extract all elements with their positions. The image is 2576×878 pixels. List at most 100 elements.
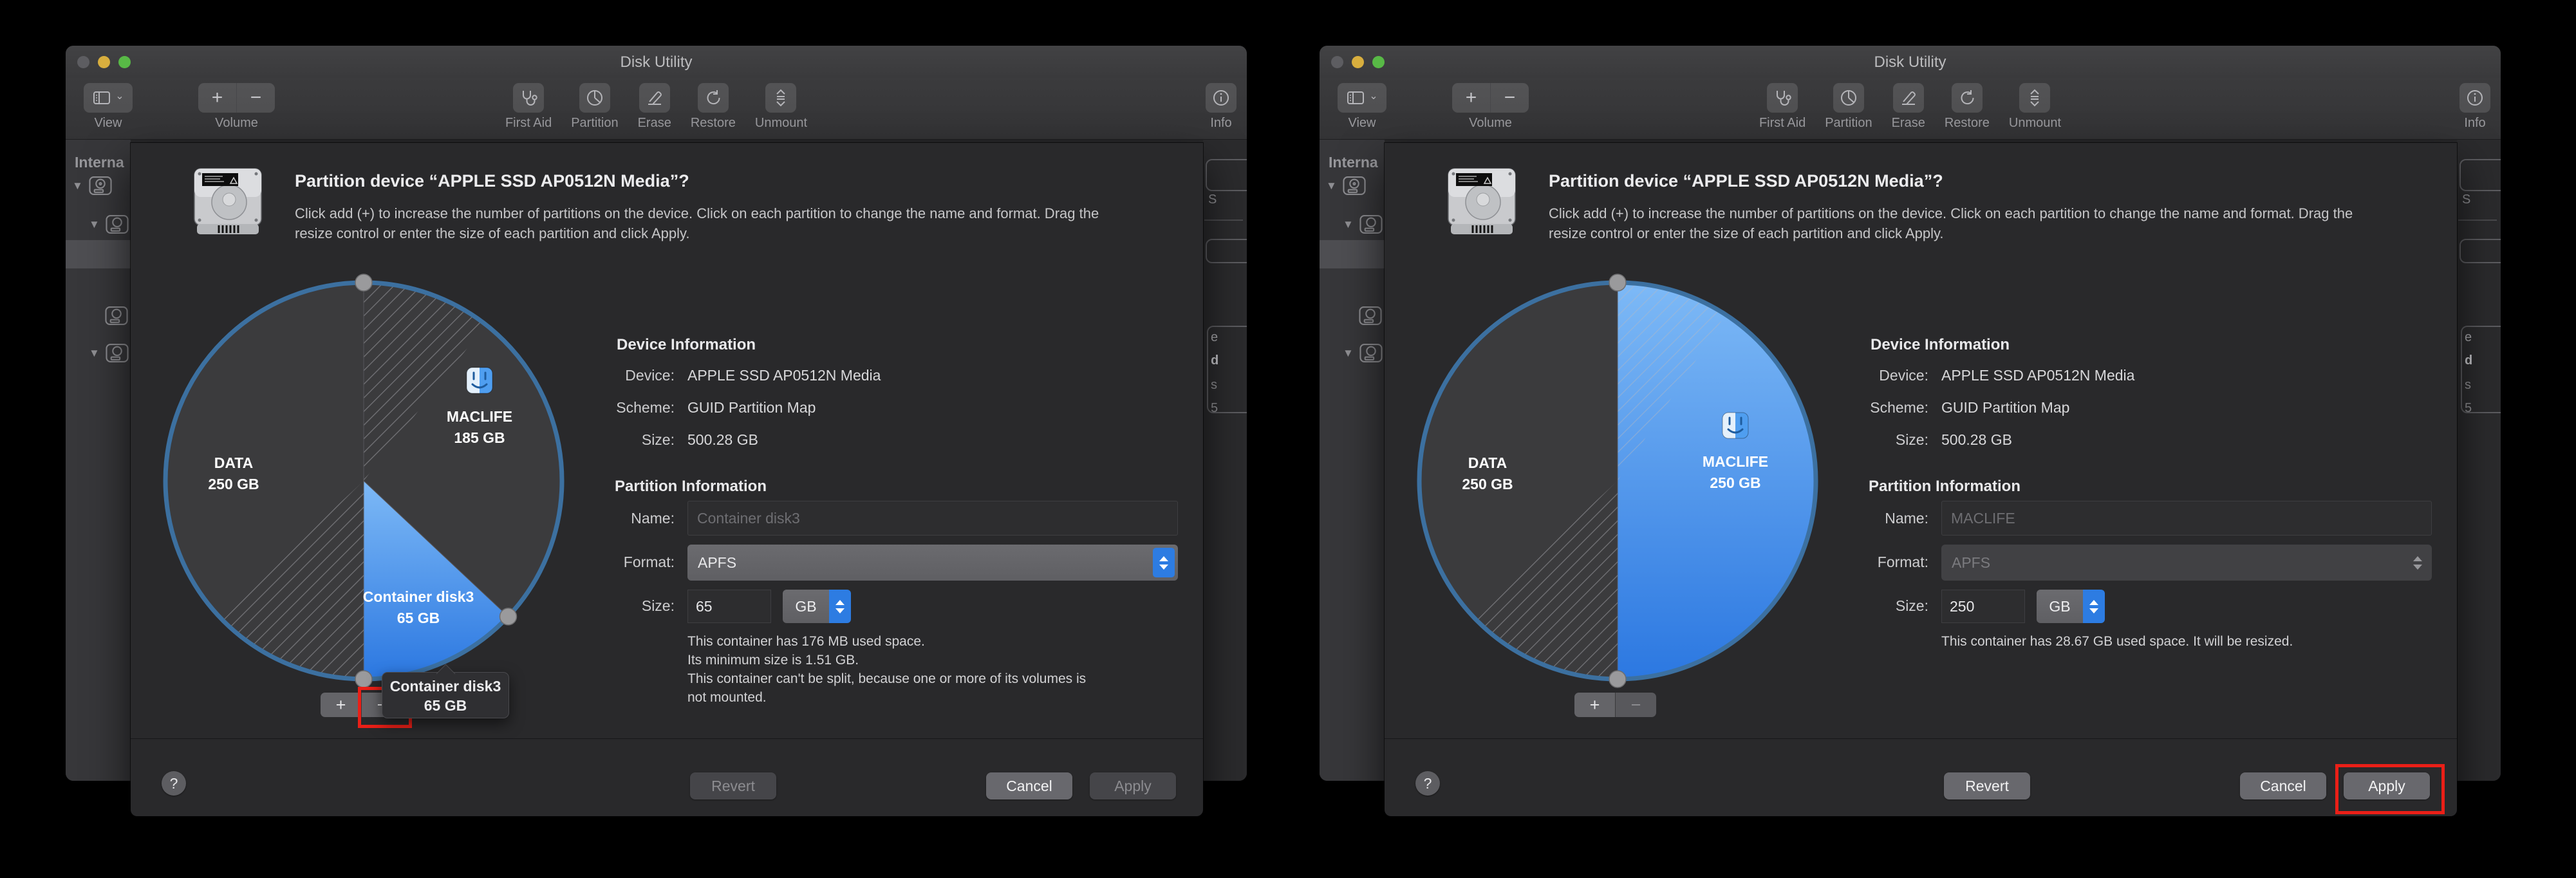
background-window-strip: S e d s 5 [2457,140,2501,781]
sidebar-item-volume[interactable]: ▼ [1343,343,1383,363]
partition-button[interactable] [579,83,610,113]
revert-button[interactable]: Revert [690,772,776,799]
stepper-icon[interactable] [829,590,851,623]
name-label: Name: [543,510,675,527]
disclosure-triangle-icon[interactable]: ▼ [89,218,100,231]
erase-pencil-icon [1899,88,1918,107]
disk-icon [1358,306,1383,326]
first-aid-control: First Aid [505,83,552,131]
help-button[interactable]: ? [162,771,186,796]
disk-icon [104,306,129,326]
partition-pie-chart[interactable]: MACLIFE250 GBDATA250 GB [1405,268,1830,693]
disclosure-triangle-icon[interactable]: ▼ [1343,218,1354,231]
size-unit-value: GB [783,590,829,623]
disclosure-triangle-icon[interactable]: ▼ [89,347,100,360]
restore-button[interactable] [698,83,729,113]
info-label: Info [2464,116,2485,131]
finder-icon [1722,413,1748,438]
info-icon [2465,88,2485,107]
device-size-label: Size: [1797,431,1928,449]
info-control: Info [1206,83,1237,131]
disclosure-triangle-icon[interactable]: ▼ [1343,347,1354,360]
disk-icon [105,214,129,234]
background-fragment-text: d [1211,353,1218,368]
sidebar-item-container[interactable]: ▼ [1343,214,1383,234]
revert-button[interactable]: Revert [1944,772,2030,799]
first-aid-button[interactable] [513,83,544,113]
partition-name-field[interactable]: MACLIFE [1941,501,2432,536]
scheme-value: GUID Partition Map [687,399,816,416]
cancel-button[interactable]: Cancel [986,772,1072,799]
erase-button[interactable] [639,83,670,113]
size-unit-select[interactable]: GB [783,590,851,623]
restore-button[interactable] [1952,83,1983,113]
partition-size-input[interactable]: 250 [1941,590,2025,623]
sidebar-selected-row[interactable] [66,240,131,268]
dialog-description: Click add (+) to increase the number of … [295,203,1099,243]
sidebar-item-volume[interactable]: ▼ [89,343,129,363]
info-button[interactable] [2459,83,2490,113]
sidebar-section-internal: Interna [1329,154,1378,171]
toolbar: ⌄ View + − Volume First Aid [1320,78,2501,140]
sidebar-item-disk[interactable]: ▼ [1326,176,1367,196]
annotation-highlight-apply [2335,764,2445,814]
format-value: APFS [698,554,736,571]
partition-size-label: Size: [543,597,675,615]
partition-information-heading: Partition Information [1869,478,2021,496]
dialog-description-line: resize control or enter the size of each… [1549,223,2353,243]
partition-pie-chart[interactable]: MACLIFE185 GBContainer disk365 GBDATA250… [151,268,576,693]
cancel-button[interactable]: Cancel [2240,772,2326,799]
partition-control: Partition [571,83,618,131]
first-aid-control: First Aid [1759,83,1806,131]
resize-handle[interactable] [1609,274,1626,291]
add-partition-button[interactable]: + [321,693,362,717]
sidebar-selected-row[interactable] [1320,240,1385,268]
size-unit-select[interactable]: GB [2037,590,2105,623]
format-select[interactable]: APFS [687,545,1178,581]
disk-icon [1359,214,1383,234]
sidebar-item-volume[interactable] [1358,306,1383,326]
info-button[interactable] [1206,83,1237,113]
unmount-button[interactable] [2019,83,2050,113]
sidebar-item-container[interactable]: ▼ [89,214,129,234]
add-partition-button[interactable]: + [1574,693,1616,717]
partition-size-input[interactable]: 65 [687,590,771,623]
scheme-label: Scheme: [1797,399,1928,416]
partition-name-field[interactable]: Container disk3 [687,501,1178,536]
erase-button[interactable] [1893,83,1924,113]
background-fragment-text: d [2465,353,2472,368]
erase-control: Erase [1892,83,1925,131]
pie-slice-size: 185 GB [454,429,505,446]
partition-control: Partition [1825,83,1872,131]
stepper-icon[interactable] [1153,548,1175,577]
first-aid-label: First Aid [505,116,552,131]
resize-handle[interactable] [355,274,372,291]
stethoscope-icon [518,88,539,107]
disclosure-triangle-icon[interactable]: ▼ [72,180,83,192]
unmount-button[interactable] [765,83,796,113]
stepper-icon[interactable] [2407,548,2429,577]
background-fragment [2459,159,2501,191]
partition-button[interactable] [1833,83,1864,113]
disclosure-triangle-icon[interactable]: ▼ [1326,180,1337,192]
sidebar-item-disk[interactable]: ▼ [72,176,113,196]
apply-button[interactable]: Apply [1090,772,1176,799]
partition-size-label: Size: [1797,597,1928,615]
size-unit-value: GB [2037,590,2083,623]
sidebar-item-volume[interactable] [104,306,129,326]
pie-slice-name: DATA [214,454,253,471]
format-select[interactable]: APFS [1941,545,2432,581]
help-button[interactable]: ? [1415,771,1440,796]
resize-handle[interactable] [500,608,517,625]
resize-handle[interactable] [1609,671,1626,687]
partition-information-heading: Partition Information [615,478,767,496]
name-label: Name: [1797,510,1928,527]
remove-partition-button[interactable]: − [1616,693,1656,717]
restore-control: Restore [1945,83,1990,131]
pie-slice-name: MACLIFE [447,408,512,425]
stepper-icon[interactable] [2083,590,2105,623]
partition-note-line: not mounted. [687,688,1086,707]
pie-slice-size: 250 GB [1710,474,1760,491]
first-aid-button[interactable] [1767,83,1798,113]
resize-handle[interactable] [355,671,372,687]
